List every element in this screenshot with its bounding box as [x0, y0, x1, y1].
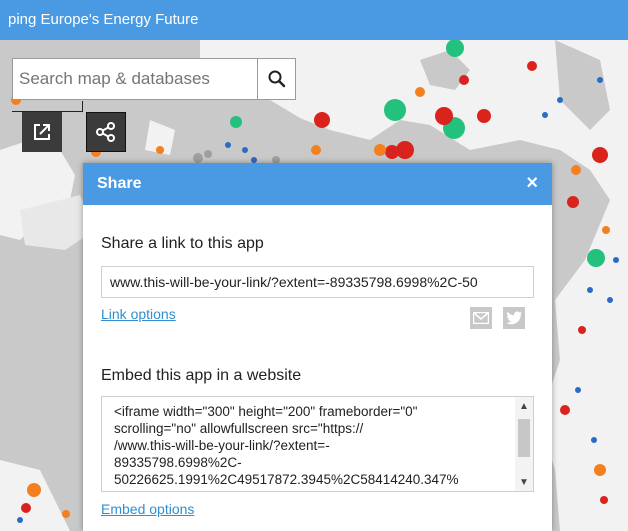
search-button[interactable]	[257, 59, 296, 99]
share-button[interactable]	[86, 112, 126, 152]
scrollbar-thumb[interactable]	[518, 419, 530, 457]
embed-options-link[interactable]: Embed options	[101, 501, 194, 517]
search-icon	[268, 70, 286, 88]
email-share-button[interactable]	[470, 307, 492, 329]
scroll-down-arrow-icon[interactable]: ▼	[519, 477, 529, 488]
search-box[interactable]	[12, 58, 296, 100]
share-dialog: Share × Share a link to this app www.thi…	[83, 163, 552, 531]
share-dialog-header: Share ×	[83, 163, 552, 205]
share-link-field[interactable]: www.this-will-be-your-link/?extent=-8933…	[101, 266, 534, 298]
scroll-up-arrow-icon[interactable]: ▲	[519, 401, 529, 412]
embed-code-textarea[interactable]: <iframe width="300" height="200" framebo…	[101, 396, 534, 492]
search-input[interactable]	[13, 59, 257, 99]
share-icon	[96, 122, 115, 142]
app-title: ping Europe's Energy Future	[8, 11, 199, 28]
link-options-link[interactable]: Link options	[101, 306, 176, 322]
app-header: ping Europe's Energy Future	[0, 0, 628, 40]
share-dialog-title: Share	[97, 175, 142, 192]
embed-heading: Embed this app in a website	[101, 367, 302, 384]
embed-code-text: <iframe width="300" height="200" framebo…	[114, 404, 459, 487]
embed-scrollbar[interactable]: ▲ ▼	[515, 397, 533, 491]
popout-icon	[34, 124, 50, 140]
twitter-icon	[506, 311, 522, 325]
leader-line	[82, 101, 83, 112]
twitter-share-button[interactable]	[503, 307, 525, 329]
share-link-heading: Share a link to this app	[101, 235, 264, 252]
popout-button[interactable]	[22, 112, 62, 152]
close-icon[interactable]: ×	[526, 172, 538, 195]
email-icon	[473, 312, 489, 324]
